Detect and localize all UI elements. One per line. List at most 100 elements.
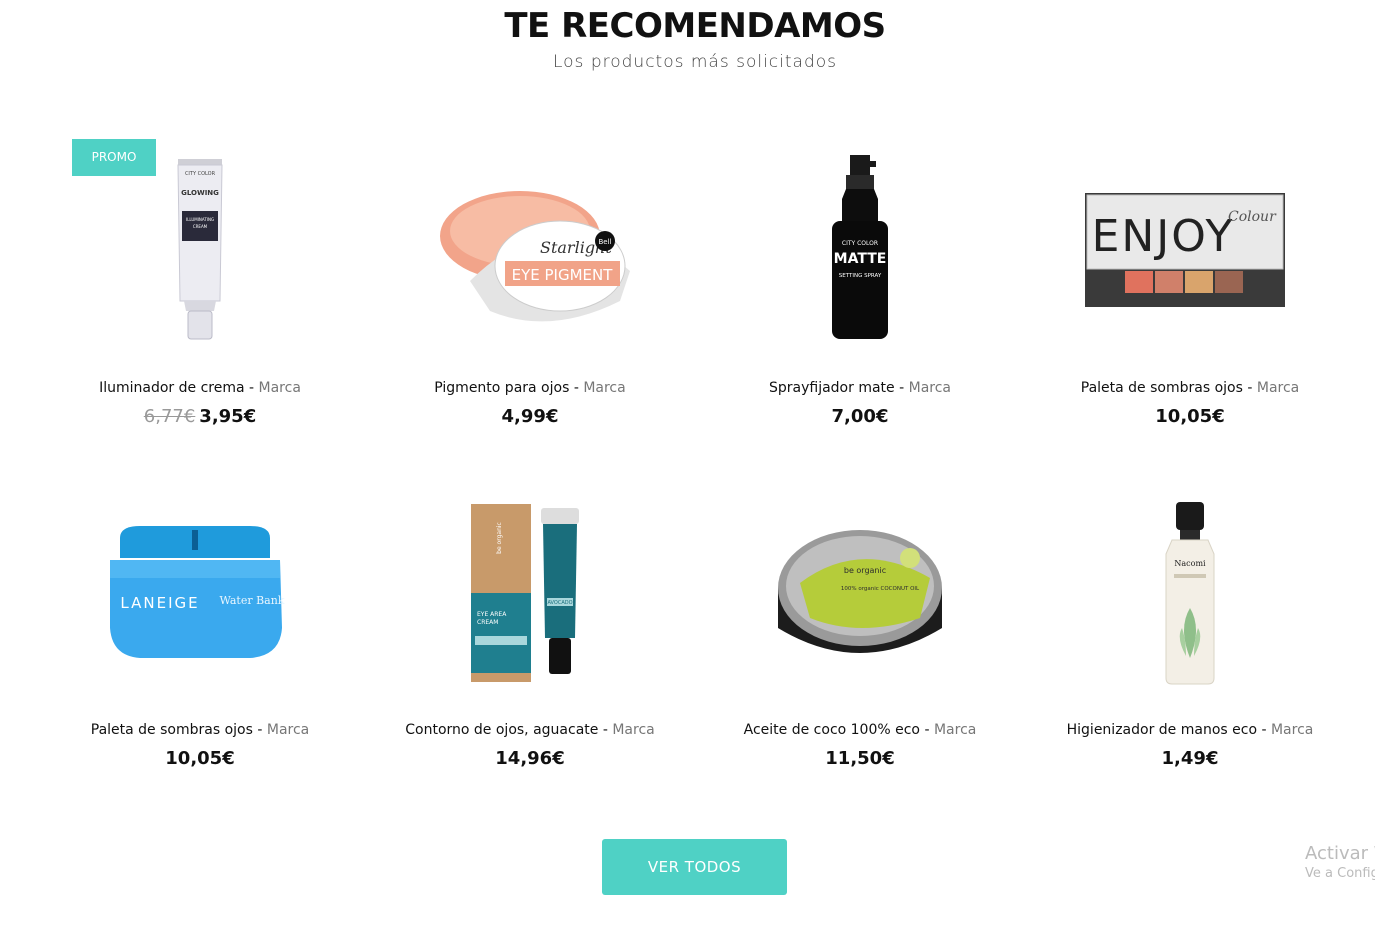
product-image[interactable]: LANEIGE Water Bank — [95, 490, 305, 695]
svg-text:EYE AREA: EYE AREA — [477, 611, 507, 618]
product-image[interactable]: CITY COLOR MATTE SETTING SPRAY — [755, 148, 965, 353]
product-title[interactable]: Sprayfijador mate — [769, 380, 895, 396]
price-row: 4,99€ — [365, 406, 695, 427]
eye-pigment-jar-icon: Starlight Bell EYE PIGMENT — [440, 190, 630, 321]
product-brand[interactable]: Marca — [934, 722, 976, 738]
product-image[interactable]: be organic 100% organic COCONUT OIL — [745, 490, 975, 695]
current-price: 4,99€ — [501, 406, 559, 427]
product-title[interactable]: Pigmento para ojos — [434, 380, 569, 396]
current-price: 10,05€ — [165, 748, 235, 769]
product-card[interactable]: Starlight Bell EYE PIGMENT Pigmento para… — [365, 118, 695, 438]
product-name[interactable]: Iluminador de crema - Marca — [35, 380, 365, 396]
product-card[interactable]: LANEIGE Water Bank Paleta de sombras ojo… — [35, 460, 365, 780]
name-separator: - — [1242, 380, 1257, 396]
product-brand[interactable]: Marca — [612, 722, 654, 738]
product-title[interactable]: Aceite de coco 100% eco — [744, 722, 920, 738]
coconut-oil-tin-icon: be organic 100% organic COCONUT OIL — [778, 529, 942, 653]
product-image[interactable]: Starlight Bell EYE PIGMENT — [425, 148, 635, 353]
product-image[interactable]: Nacomi — [1085, 490, 1295, 695]
os-activation-watermark: Activar W Ve a Config — [1305, 843, 1375, 881]
current-price: 11,50€ — [825, 748, 895, 769]
product-name[interactable]: Contorno de ojos, aguacate - Marca — [365, 722, 695, 738]
svg-text:Water Bank: Water Bank — [220, 594, 285, 607]
name-separator: - — [1257, 722, 1271, 738]
svg-text:GLOWING: GLOWING — [181, 189, 219, 197]
product-name[interactable]: Sprayfijador mate - Marca — [695, 380, 1025, 396]
svg-text:ILLUMINATING: ILLUMINATING — [186, 217, 214, 222]
product-brand[interactable]: Marca — [583, 380, 625, 396]
product-brand[interactable]: Marca — [1271, 722, 1313, 738]
current-price: 3,95€ — [199, 406, 257, 427]
product-title[interactable]: Paleta de sombras ojos — [1081, 380, 1243, 396]
product-image[interactable]: be organic EYE AREA CREAM AVOCADO — [425, 490, 635, 695]
svg-text:CREAM: CREAM — [193, 224, 208, 229]
name-separator: - — [894, 380, 909, 396]
svg-text:100% organic COCONUT OIL: 100% organic COCONUT OIL — [841, 586, 920, 592]
svg-text:Bell: Bell — [599, 238, 612, 246]
product-name[interactable]: Paleta de sombras ojos - Marca — [1025, 380, 1355, 396]
product-card[interactable]: Nacomi Higienizador de manos eco - Marca… — [1025, 460, 1355, 780]
name-separator: - — [569, 380, 584, 396]
cream-tube-icon: CITY COLOR GLOWING ILLUMINATING CREAM — [177, 158, 223, 339]
current-price: 7,00€ — [831, 406, 889, 427]
svg-text:be organic: be organic — [496, 522, 503, 554]
product-title[interactable]: Higienizador de manos eco — [1067, 722, 1257, 738]
price-row: 14,96€ — [365, 748, 695, 769]
old-price: 6,77€ — [143, 406, 196, 427]
product-name[interactable]: Paleta de sombras ojos - Marca — [35, 722, 365, 738]
blue-cream-jar-icon: LANEIGE Water Bank — [110, 525, 285, 658]
product-card[interactable]: PROMO CITY COLOR GLOWING ILLUMINATING CR… — [35, 118, 365, 438]
svg-text:AVOCADO: AVOCADO — [547, 600, 572, 606]
svg-text:SETTING SPRAY: SETTING SPRAY — [839, 273, 882, 279]
view-all-button[interactable]: VER TODOS — [602, 839, 787, 895]
svg-text:ENJOY: ENJOY — [1091, 211, 1234, 262]
product-title[interactable]: Iluminador de crema — [99, 380, 244, 396]
svg-text:be organic: be organic — [844, 566, 886, 575]
eye-cream-box-icon: be organic EYE AREA CREAM AVOCADO — [471, 503, 579, 682]
spray-bottle-icon: CITY COLOR MATTE SETTING SPRAY — [832, 154, 888, 339]
product-title[interactable]: Contorno de ojos, aguacate — [405, 722, 598, 738]
svg-text:CREAM: CREAM — [477, 619, 498, 626]
name-separator: - — [920, 722, 934, 738]
svg-text:CITY COLOR: CITY COLOR — [185, 171, 216, 177]
product-image[interactable]: CITY COLOR GLOWING ILLUMINATING CREAM — [95, 148, 305, 353]
svg-text:EYE PIGMENT: EYE PIGMENT — [512, 266, 614, 284]
product-card[interactable]: be organic 100% organic COCONUT OIL Acei… — [695, 460, 1025, 780]
eyeshadow-palette-icon: ENJOY Colour — [1084, 192, 1285, 307]
current-price: 10,05€ — [1155, 406, 1225, 427]
product-card[interactable]: be organic EYE AREA CREAM AVOCADO Contor… — [365, 460, 695, 780]
name-separator: - — [252, 722, 267, 738]
promo-badge: PROMO — [72, 139, 156, 176]
svg-text:Nacomi: Nacomi — [1174, 559, 1206, 568]
section-subtitle: Los productos más solicitados — [552, 52, 838, 72]
svg-text:LANEIGE: LANEIGE — [120, 594, 199, 612]
product-card[interactable]: ENJOY Colour Paleta de sombras ojos - Ma… — [1025, 118, 1355, 438]
svg-text:MATTE: MATTE — [834, 251, 887, 267]
watermark-line1: Activar W — [1305, 843, 1375, 864]
product-brand[interactable]: Marca — [909, 380, 951, 396]
price-row: 11,50€ — [695, 748, 1025, 769]
watermark-line2: Ve a Config — [1305, 866, 1375, 881]
product-brand[interactable]: Marca — [259, 380, 301, 396]
product-brand[interactable]: Marca — [1257, 380, 1299, 396]
current-price: 14,96€ — [495, 748, 565, 769]
product-name[interactable]: Pigmento para ojos - Marca — [365, 380, 695, 396]
price-row: 10,05€ — [1025, 406, 1355, 427]
product-name[interactable]: Higienizador de manos eco - Marca — [1025, 722, 1355, 738]
product-image[interactable]: ENJOY Colour — [1080, 148, 1290, 353]
price-row: 10,05€ — [35, 748, 365, 769]
current-price: 1,49€ — [1161, 748, 1219, 769]
product-card[interactable]: CITY COLOR MATTE SETTING SPRAY Sprayfija… — [695, 118, 1025, 438]
product-title[interactable]: Paleta de sombras ojos — [91, 722, 253, 738]
recommended-products-section: TE RECOMENDAMOS Los productos más solici… — [0, 0, 1375, 925]
name-separator: - — [598, 722, 613, 738]
product-name[interactable]: Aceite de coco 100% eco - Marca — [695, 722, 1025, 738]
price-row: 6,77€ 3,95€ — [35, 406, 365, 427]
price-row: 1,49€ — [1025, 748, 1355, 769]
svg-text:Colour: Colour — [1228, 209, 1277, 225]
hand-sanitizer-bottle-icon: Nacomi — [1165, 501, 1215, 684]
name-separator: - — [244, 380, 259, 396]
product-brand[interactable]: Marca — [267, 722, 309, 738]
price-row: 7,00€ — [695, 406, 1025, 427]
svg-text:CITY COLOR: CITY COLOR — [842, 240, 878, 247]
